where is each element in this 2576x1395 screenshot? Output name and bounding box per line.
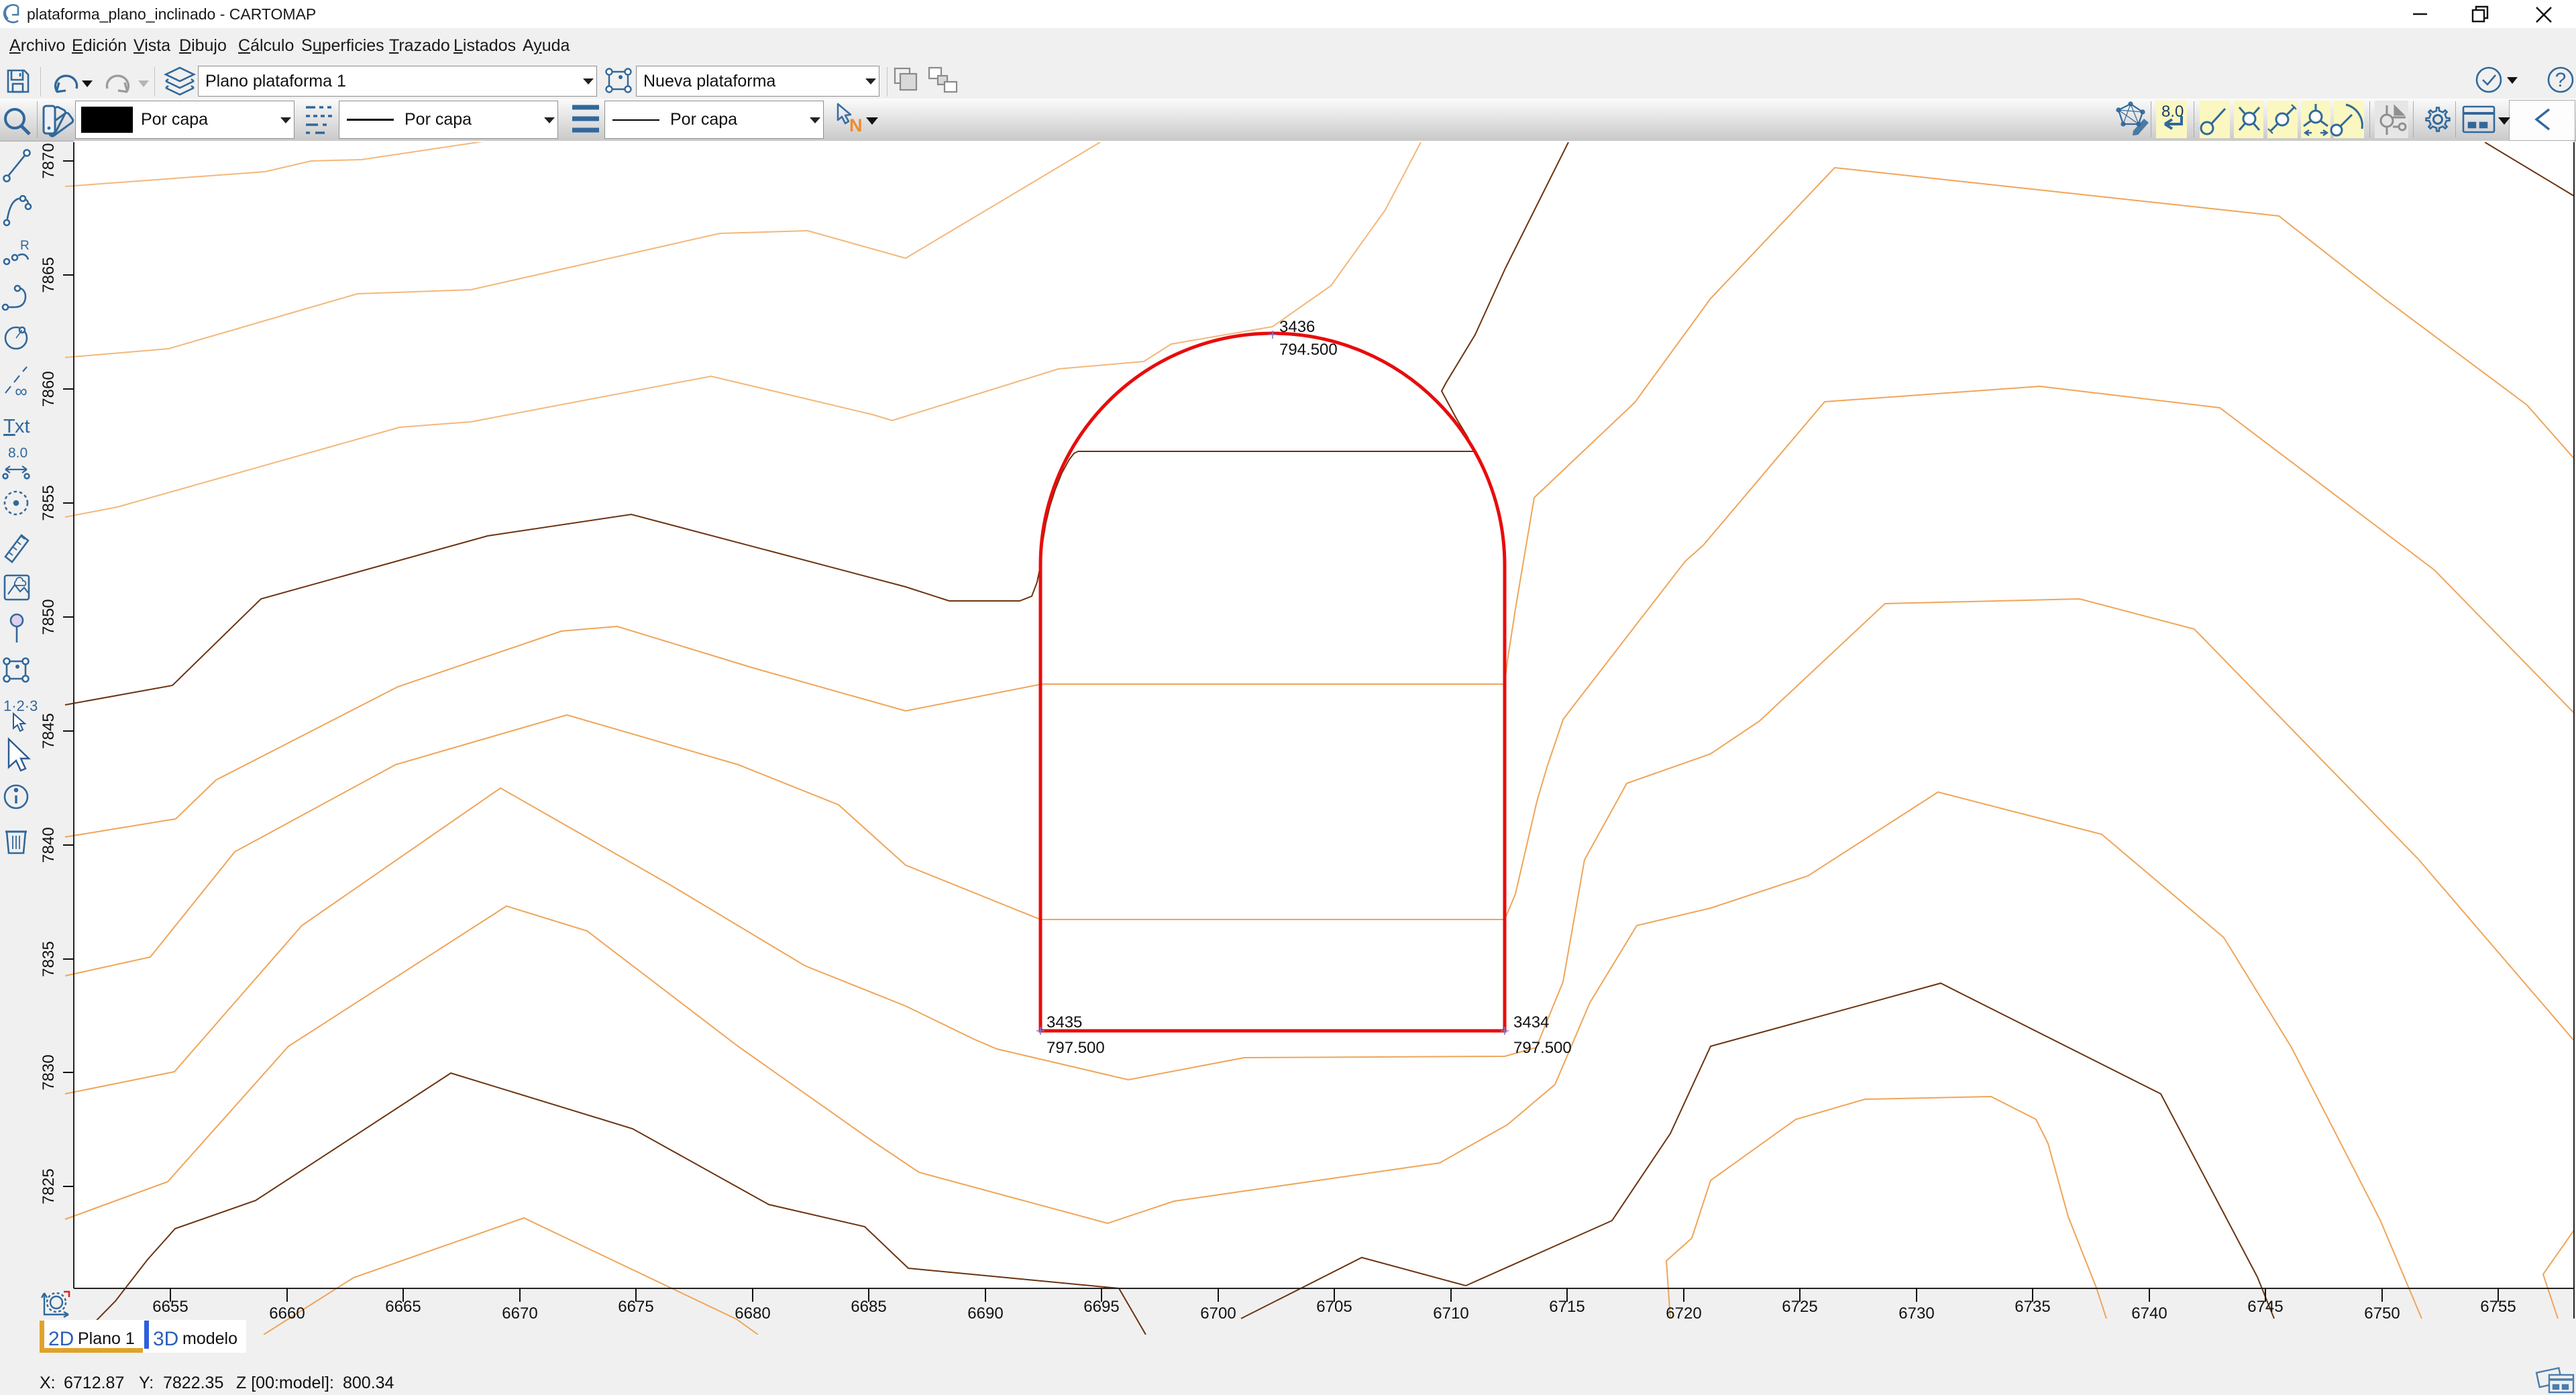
svg-text:∞: ∞ xyxy=(15,381,28,401)
svg-text:7835: 7835 xyxy=(40,941,58,976)
svg-text:6730: 6730 xyxy=(1898,1304,1934,1323)
svg-text:7840: 7840 xyxy=(40,827,58,862)
svg-text:7845: 7845 xyxy=(40,713,58,748)
svg-text:3434: 3434 xyxy=(1513,1013,1549,1031)
svg-text:6655: 6655 xyxy=(152,1298,188,1316)
svg-text:Plano 1: Plano 1 xyxy=(78,1329,135,1348)
svg-text:797.500: 797.500 xyxy=(1046,1039,1105,1057)
svg-text:6715: 6715 xyxy=(1549,1298,1585,1316)
svg-text:6690: 6690 xyxy=(967,1304,1003,1323)
svg-text:7825: 7825 xyxy=(40,1168,58,1204)
svg-text:6665: 6665 xyxy=(385,1298,421,1316)
svg-text:3D: 3D xyxy=(153,1328,178,1350)
svg-text:6740: 6740 xyxy=(2131,1304,2167,1323)
svg-text:7870: 7870 xyxy=(40,143,58,178)
svg-text:7855: 7855 xyxy=(40,485,58,520)
svg-text:6712.87: 6712.87 xyxy=(64,1374,124,1392)
svg-text:7865: 7865 xyxy=(40,257,58,292)
svg-text:6685: 6685 xyxy=(851,1298,886,1316)
svg-text:6705: 6705 xyxy=(1316,1298,1352,1316)
svg-text:3435: 3435 xyxy=(1046,1013,1082,1031)
svg-text:1·2·3: 1·2·3 xyxy=(3,698,38,714)
svg-text:800.34: 800.34 xyxy=(343,1374,394,1392)
svg-text:?: ? xyxy=(2555,69,2567,91)
svg-text:6745: 6745 xyxy=(2247,1298,2283,1316)
svg-text:6725: 6725 xyxy=(1782,1298,1817,1316)
svg-text:797.500: 797.500 xyxy=(1513,1039,1572,1057)
svg-text:T: T xyxy=(3,416,15,437)
svg-text:modelo: modelo xyxy=(182,1329,237,1348)
svg-text:6670: 6670 xyxy=(502,1304,537,1323)
svg-text:7822.35: 7822.35 xyxy=(163,1374,223,1392)
svg-text:3436: 3436 xyxy=(1279,318,1315,336)
svg-text:6680: 6680 xyxy=(735,1304,770,1323)
svg-text:Y:: Y: xyxy=(139,1374,154,1392)
svg-text:6700: 6700 xyxy=(1200,1304,1236,1323)
svg-text:7860: 7860 xyxy=(40,371,58,406)
svg-text:7830: 7830 xyxy=(40,1054,58,1090)
svg-text:6675: 6675 xyxy=(618,1298,653,1316)
svg-text:X:: X: xyxy=(40,1374,56,1392)
svg-text:8.0: 8.0 xyxy=(8,445,28,461)
svg-text:7850: 7850 xyxy=(40,599,58,634)
svg-text:6695: 6695 xyxy=(1083,1298,1119,1316)
svg-text:Z [00:model]:: Z [00:model]: xyxy=(236,1374,334,1392)
svg-text:2D: 2D xyxy=(48,1328,74,1350)
svg-text:6735: 6735 xyxy=(2015,1298,2050,1316)
svg-text:6660: 6660 xyxy=(269,1304,305,1323)
svg-text:6755: 6755 xyxy=(2480,1298,2516,1316)
svg-text:6720: 6720 xyxy=(1666,1304,1701,1323)
svg-text:6710: 6710 xyxy=(1433,1304,1468,1323)
svg-text:6750: 6750 xyxy=(2364,1304,2400,1323)
svg-text:xt: xt xyxy=(15,416,30,437)
svg-text:R: R xyxy=(20,239,30,253)
svg-text:794.500: 794.500 xyxy=(1279,341,1338,359)
